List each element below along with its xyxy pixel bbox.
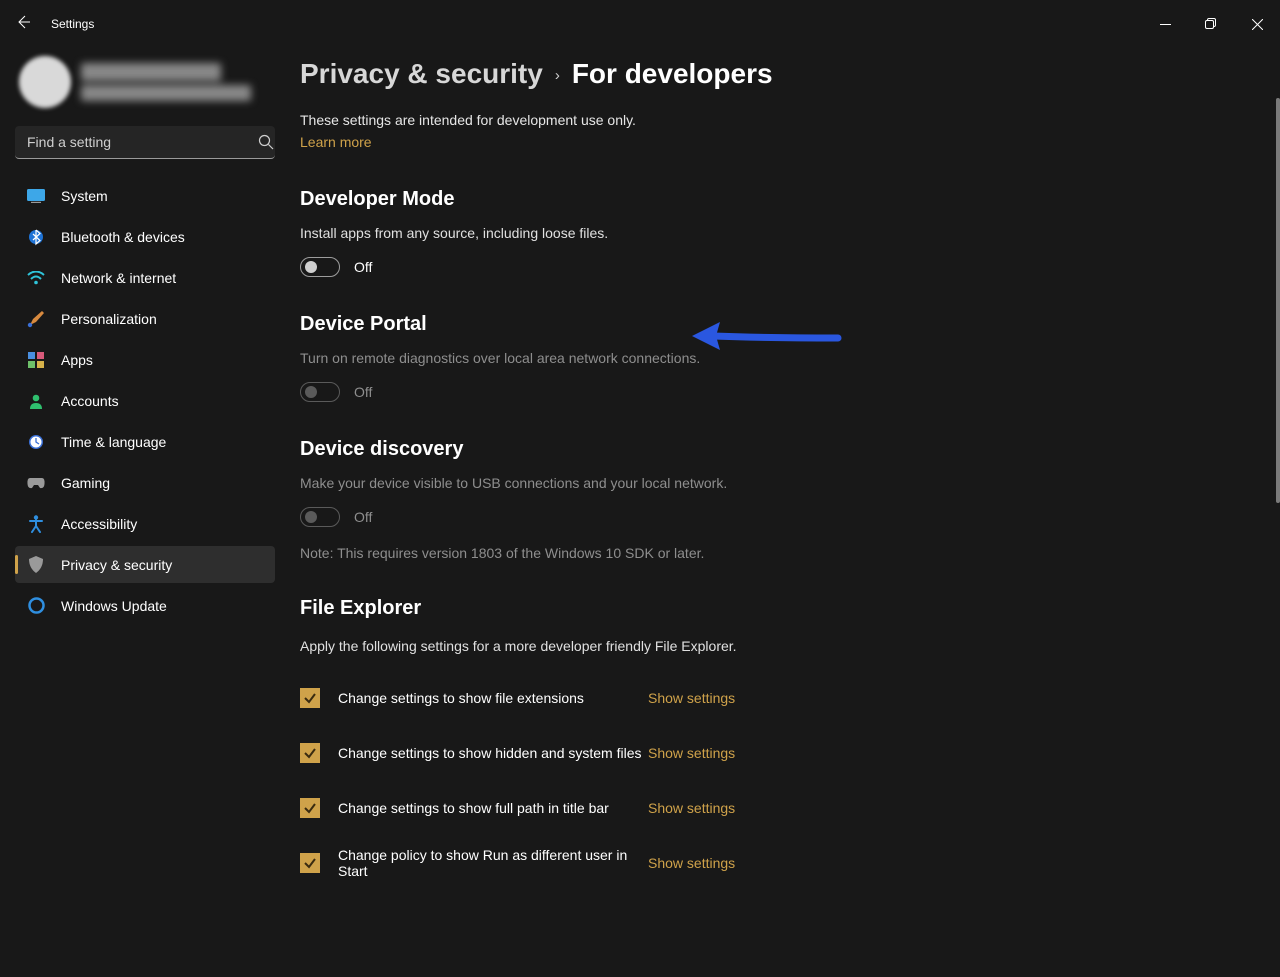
nav-label: Accounts	[61, 393, 119, 409]
show-settings-link[interactable]: Show settings	[648, 855, 735, 871]
nav-bluetooth[interactable]: Bluetooth & devices	[15, 218, 275, 255]
nav-label: Accessibility	[61, 516, 137, 532]
discovery-note: Note: This requires version 1803 of the …	[300, 545, 1256, 561]
sidebar: System Bluetooth & devices Network & int…	[0, 48, 300, 977]
wifi-icon	[27, 269, 45, 287]
minimize-button[interactable]	[1142, 5, 1188, 43]
device-discovery-toggle	[300, 507, 340, 527]
check-icon	[303, 856, 317, 870]
developer-mode-section: Developer Mode Install apps from any sou…	[300, 188, 1256, 277]
explorer-option-row: Change settings to show file extensions …	[300, 670, 1256, 725]
update-icon	[27, 597, 45, 615]
check-icon	[303, 691, 317, 705]
section-title: Device discovery	[300, 438, 1256, 461]
section-title: Device Portal	[300, 313, 1256, 336]
nav-label: System	[61, 188, 108, 204]
section-desc: Apply the following settings for a more …	[300, 638, 1256, 654]
nav-network[interactable]: Network & internet	[15, 259, 275, 296]
search-input[interactable]	[15, 126, 275, 159]
check-icon	[303, 801, 317, 815]
nav-personalization[interactable]: Personalization	[15, 300, 275, 337]
apps-icon	[27, 351, 45, 369]
chevron-right-icon: ›	[555, 67, 560, 84]
checkbox[interactable]	[300, 743, 320, 763]
nav-label: Personalization	[61, 311, 157, 327]
check-icon	[303, 746, 317, 760]
nav-system[interactable]: System	[15, 177, 275, 214]
option-label: Change policy to show Run as different u…	[338, 847, 648, 879]
option-label: Change settings to show hidden and syste…	[338, 745, 648, 761]
nav-label: Privacy & security	[61, 557, 172, 573]
nav-label: Apps	[61, 352, 93, 368]
clock-icon	[27, 433, 45, 451]
nav-label: Bluetooth & devices	[61, 229, 185, 245]
section-desc: Make your device visible to USB connecti…	[300, 475, 1256, 491]
option-label: Change settings to show full path in tit…	[338, 800, 648, 816]
explorer-option-row: Change settings to show hidden and syste…	[300, 725, 1256, 780]
toggle-state: Off	[354, 509, 372, 525]
person-icon	[27, 392, 45, 410]
user-name-redacted	[81, 63, 251, 101]
accessibility-icon	[27, 515, 45, 533]
show-settings-link[interactable]: Show settings	[648, 800, 735, 816]
nav-time[interactable]: Time & language	[15, 423, 275, 460]
shield-icon	[27, 556, 45, 574]
device-portal-toggle	[300, 382, 340, 402]
titlebar: Settings	[0, 0, 1280, 48]
close-icon	[1252, 19, 1263, 30]
brush-icon	[27, 310, 45, 328]
bluetooth-icon	[27, 228, 45, 246]
nav-update[interactable]: Windows Update	[15, 587, 275, 624]
device-portal-section: Device Portal Turn on remote diagnostics…	[300, 313, 1256, 402]
nav-apps[interactable]: Apps	[15, 341, 275, 378]
nav-privacy[interactable]: Privacy & security	[15, 546, 275, 583]
toggle-state: Off	[354, 384, 372, 400]
gamepad-icon	[27, 474, 45, 492]
search-icon	[258, 134, 274, 150]
user-block[interactable]	[15, 48, 290, 126]
section-desc: Turn on remote diagnostics over local ar…	[300, 350, 1256, 366]
intro-text: These settings are intended for developm…	[300, 112, 1256, 128]
section-title: Developer Mode	[300, 188, 1256, 211]
breadcrumb-parent[interactable]: Privacy & security	[300, 58, 543, 90]
arrow-left-icon	[15, 14, 31, 30]
nav-gaming[interactable]: Gaming	[15, 464, 275, 501]
close-button[interactable]	[1234, 5, 1280, 43]
nav-accessibility[interactable]: Accessibility	[15, 505, 275, 542]
show-settings-link[interactable]: Show settings	[648, 745, 735, 761]
nav-label: Time & language	[61, 434, 166, 450]
avatar	[19, 56, 71, 108]
section-title: File Explorer	[300, 597, 1256, 620]
explorer-option-row: Change policy to show Run as different u…	[300, 835, 1256, 890]
nav-accounts[interactable]: Accounts	[15, 382, 275, 419]
option-label: Change settings to show file extensions	[338, 690, 648, 706]
breadcrumb: Privacy & security › For developers	[300, 48, 1256, 90]
section-desc: Install apps from any source, including …	[300, 225, 1256, 241]
toggle-state: Off	[354, 259, 372, 275]
minimize-icon	[1160, 19, 1171, 30]
file-explorer-section: File Explorer Apply the following settin…	[300, 597, 1256, 890]
system-icon	[27, 187, 45, 205]
nav-label: Gaming	[61, 475, 110, 491]
scrollbar[interactable]	[1276, 98, 1280, 503]
developer-mode-toggle[interactable]	[300, 257, 340, 277]
back-button[interactable]	[15, 14, 31, 35]
main-panel: Privacy & security › For developers Thes…	[300, 48, 1280, 977]
learn-more-link[interactable]: Learn more	[300, 134, 372, 150]
nav-label: Network & internet	[61, 270, 176, 286]
checkbox[interactable]	[300, 798, 320, 818]
explorer-option-row: Change settings to show full path in tit…	[300, 780, 1256, 835]
nav-label: Windows Update	[61, 598, 167, 614]
window-title: Settings	[51, 17, 94, 31]
device-discovery-section: Device discovery Make your device visibl…	[300, 438, 1256, 561]
checkbox[interactable]	[300, 853, 320, 873]
show-settings-link[interactable]: Show settings	[648, 690, 735, 706]
maximize-button[interactable]	[1188, 5, 1234, 43]
page-title: For developers	[572, 58, 773, 90]
checkbox[interactable]	[300, 688, 320, 708]
maximize-icon	[1205, 18, 1217, 30]
